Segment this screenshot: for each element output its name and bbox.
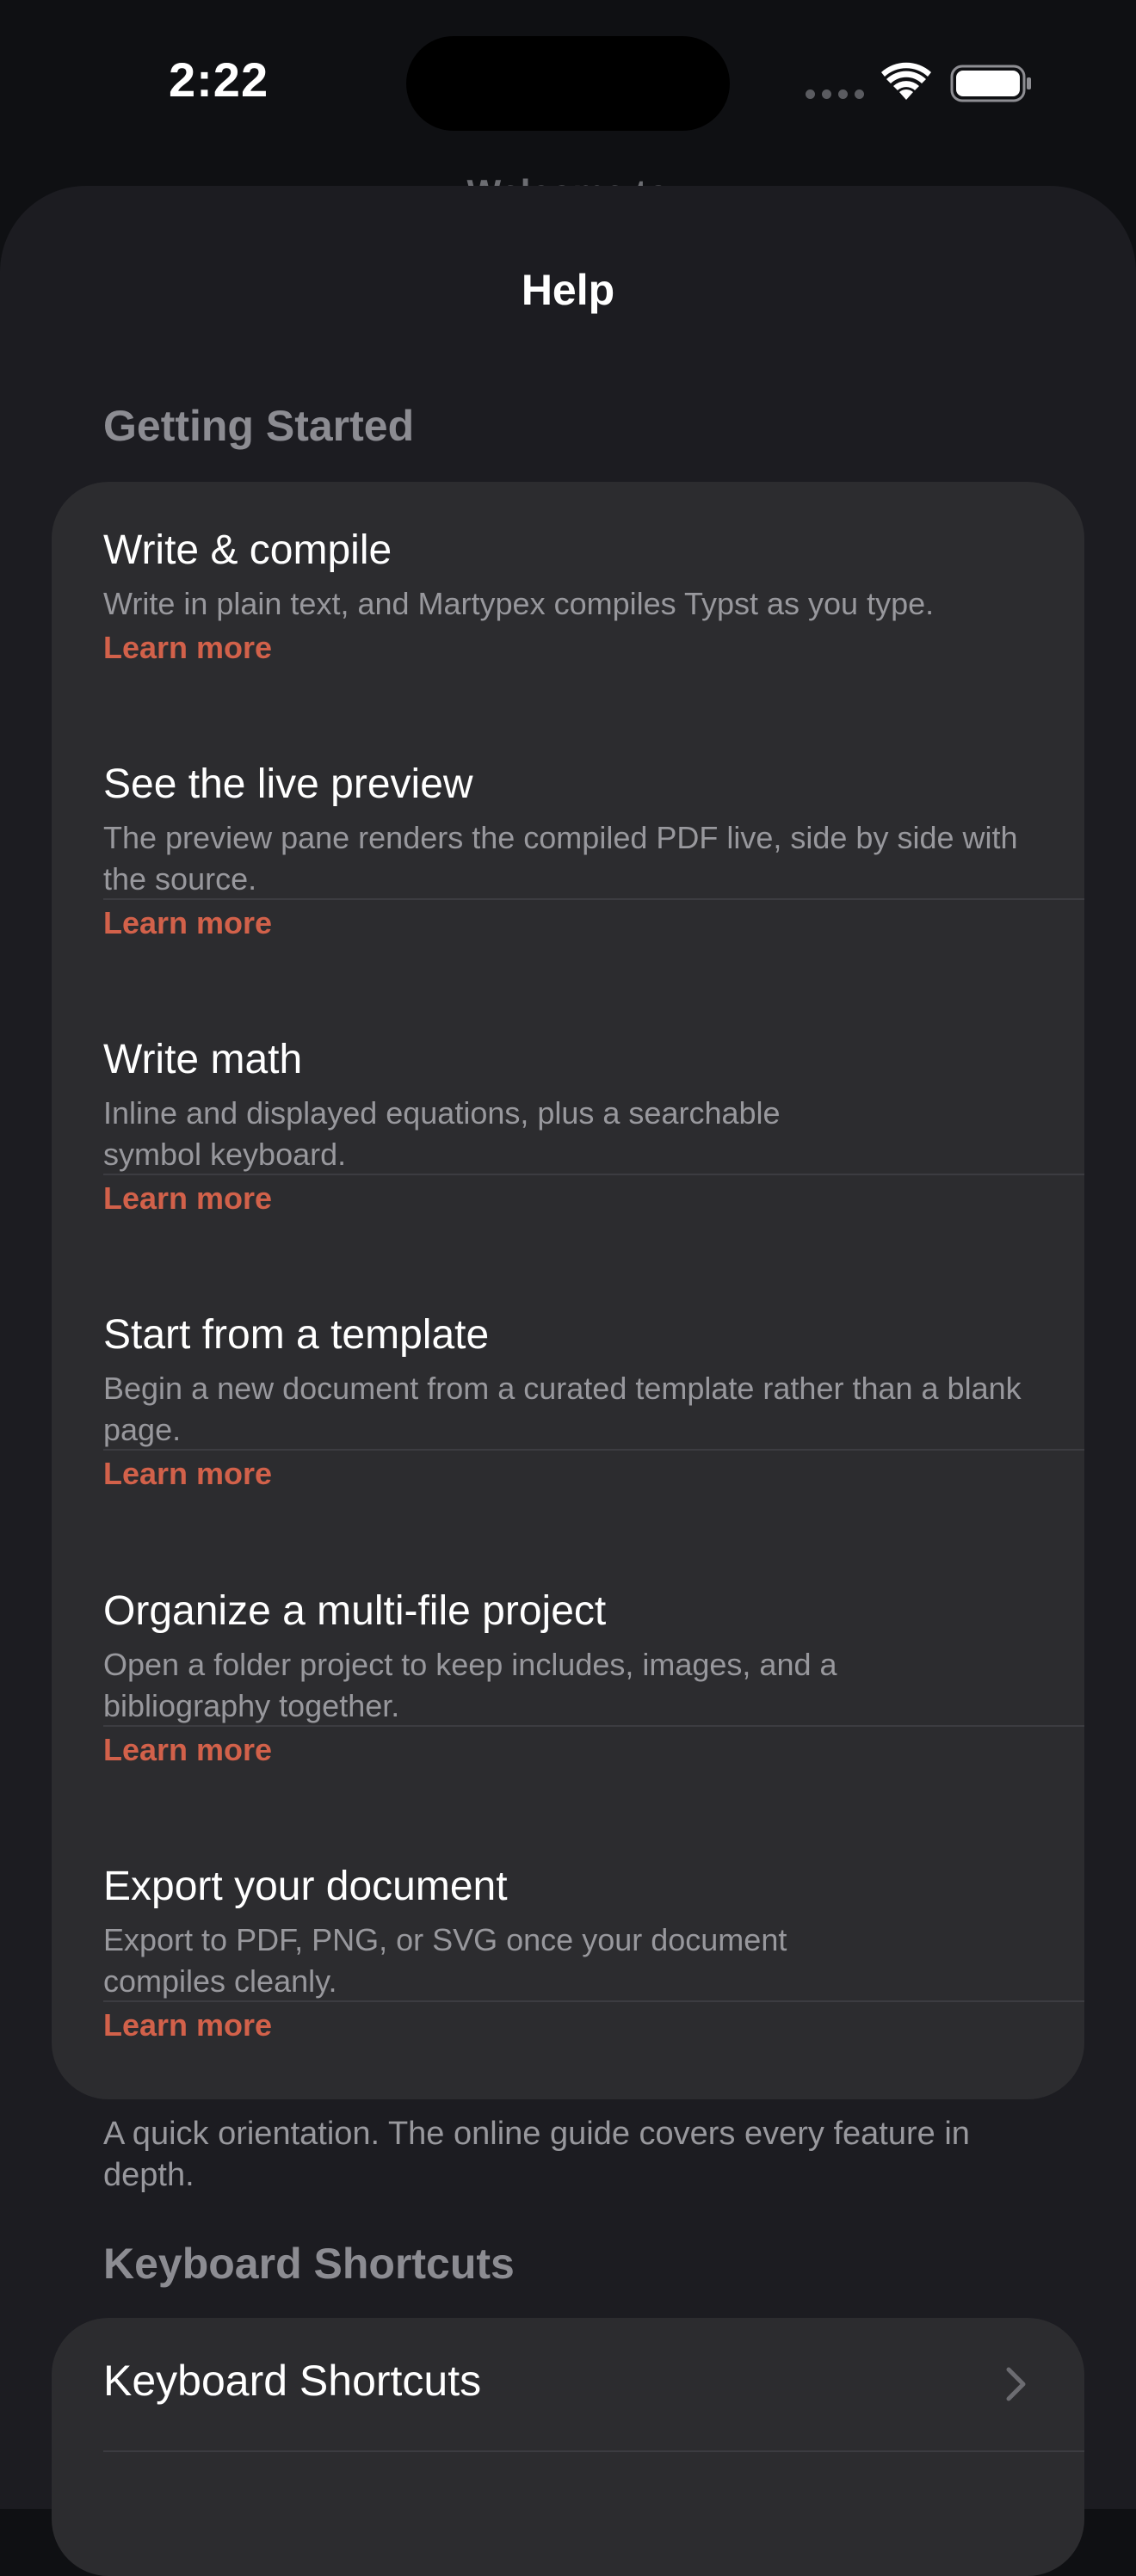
cellular-signal-icon: [806, 89, 864, 99]
section-header-keyboard-shortcuts: Keyboard Shortcuts: [103, 2240, 515, 2288]
battery-icon: [950, 65, 1031, 102]
divider: [103, 2450, 1084, 2452]
status-time: 2:22: [169, 52, 269, 107]
status-bar: 2:22: [0, 0, 1136, 172]
help-item-title: Start from a template: [103, 1312, 490, 1358]
divider: [103, 2000, 1084, 2002]
divider: [103, 898, 1084, 900]
keyboard-shortcuts-card: Keyboard Shortcuts: [52, 2318, 1084, 2576]
help-item-title: Write math: [103, 1037, 303, 1082]
help-sheet: Help Getting Started Write & compile Wri…: [0, 186, 1136, 2576]
section-footer-note: A quick orientation. The online guide co…: [103, 2116, 970, 2193]
help-item-title: See the live preview: [103, 761, 473, 807]
learn-more-link[interactable]: Learn more: [103, 630, 272, 666]
learn-more-link[interactable]: Learn more: [103, 1180, 272, 1217]
help-item-description: The preview pane renders the compiled PD…: [103, 820, 1018, 897]
divider: [103, 1449, 1084, 1451]
keyboard-shortcuts-row[interactable]: Keyboard Shortcuts: [52, 2318, 1084, 2450]
learn-more-link[interactable]: Learn more: [103, 905, 272, 941]
help-item-title: Write & compile: [103, 527, 392, 573]
help-item-description: Export to PDF, PNG, or SVG once your doc…: [103, 1922, 787, 1999]
keyboard-shortcuts-label: Keyboard Shortcuts: [103, 2357, 482, 2405]
divider: [103, 1174, 1084, 1175]
help-item-description: Write in plain text, and Martypex compil…: [103, 586, 935, 621]
divider: [103, 1725, 1084, 1727]
learn-more-link[interactable]: Learn more: [103, 1456, 272, 1492]
page-title: Help: [521, 266, 615, 314]
section-header-getting-started: Getting Started: [103, 402, 415, 450]
chevron-right-icon: [1006, 2367, 1026, 2401]
help-item-description: Begin a new document from a curated temp…: [103, 1371, 1022, 1447]
help-item-title: Organize a multi-file project: [103, 1588, 607, 1634]
help-item-description: Inline and displayed equations, plus a s…: [103, 1095, 781, 1172]
help-item-title: Export your document: [103, 1864, 508, 1909]
help-item-description: Open a folder project to keep includes, …: [103, 1647, 837, 1723]
dynamic-island: [406, 36, 730, 131]
learn-more-link[interactable]: Learn more: [103, 2007, 272, 2043]
getting-started-card: Write & compile Write in plain text, and…: [52, 482, 1084, 2099]
learn-more-link[interactable]: Learn more: [103, 1732, 272, 1768]
wifi-icon: [881, 62, 931, 100]
